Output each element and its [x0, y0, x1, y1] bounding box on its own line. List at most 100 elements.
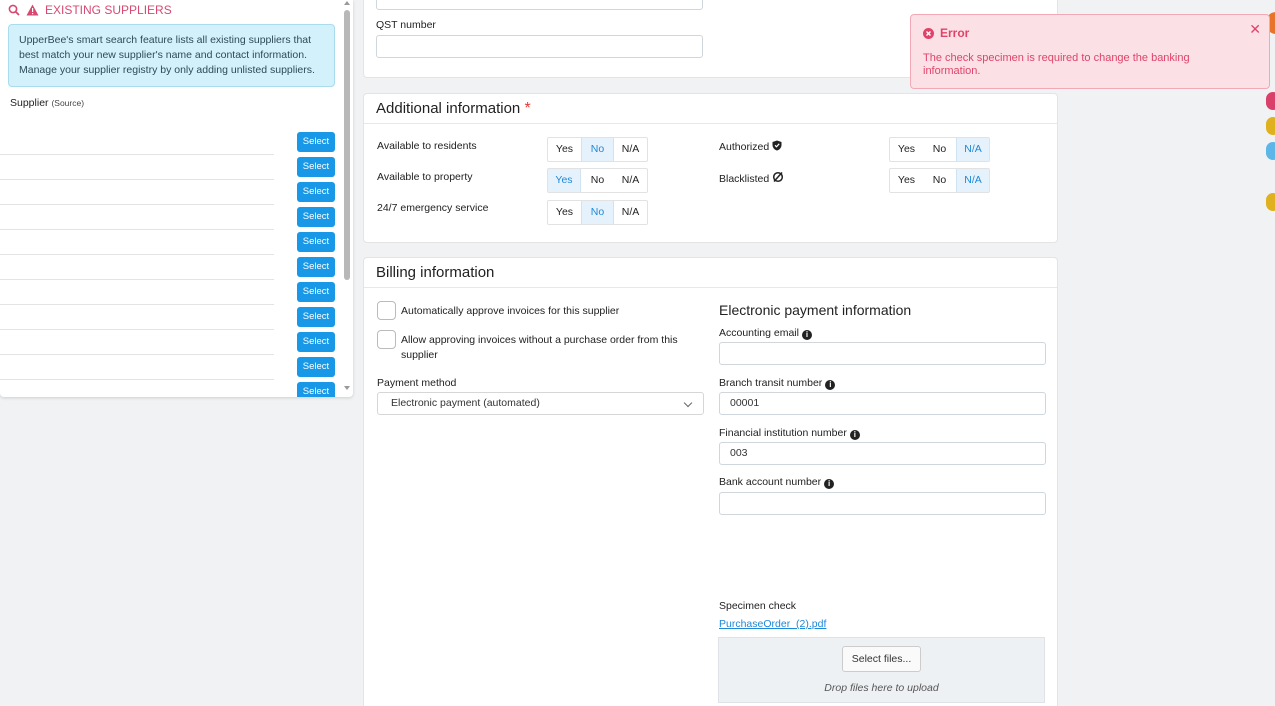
no-option[interactable]: No [581, 169, 614, 192]
available-residents-label: Available to residents [377, 140, 477, 152]
na-option[interactable]: N/A [956, 169, 989, 192]
error-toast-message: The check specimen is required to change… [923, 52, 1190, 77]
list-item: Select [0, 255, 335, 280]
branch-transit-label: Branch transit number i [719, 377, 836, 390]
select-button[interactable]: Select [297, 282, 335, 302]
no-option[interactable]: No [581, 201, 614, 224]
supplier-column-label: Supplier (Source) [10, 97, 85, 109]
na-option[interactable]: N/A [956, 138, 989, 161]
drop-files-hint: Drop files here to upload [824, 682, 939, 694]
blocked-icon [773, 171, 784, 183]
smart-search-info: UpperBee's smart search feature lists al… [8, 24, 335, 87]
blacklisted-toggle: Yes No N/A [889, 168, 990, 193]
list-item: Select [0, 230, 335, 255]
payment-method-select[interactable]: Electronic payment (automated) [377, 392, 704, 415]
select-button[interactable]: Select [297, 132, 335, 152]
additional-information-card: Additional information * Available to re… [363, 93, 1058, 243]
existing-suppliers-header: EXISTING SUPPLIERS [0, 0, 353, 20]
no-option[interactable]: No [923, 169, 956, 192]
select-button[interactable]: Select [297, 232, 335, 252]
file-dropzone[interactable]: Select files... Drop files here to uploa… [718, 637, 1045, 703]
payment-method-label: Payment method [377, 377, 457, 389]
list-item: Select [0, 305, 335, 330]
additional-information-title: Additional information * [364, 94, 1057, 124]
no-option[interactable]: No [923, 138, 956, 161]
previous-tax-input[interactable] [376, 0, 703, 10]
yes-option[interactable]: Yes [548, 201, 581, 224]
yes-option[interactable]: Yes [890, 138, 923, 161]
bank-account-input[interactable] [719, 492, 1046, 515]
search-icon[interactable] [8, 4, 20, 16]
allow-without-po-checkbox[interactable] [377, 330, 396, 349]
select-button[interactable]: Select [297, 207, 335, 227]
na-option[interactable]: N/A [614, 201, 647, 224]
scrollbar[interactable] [342, 0, 352, 397]
scroll-down-arrow-icon[interactable] [344, 386, 350, 390]
blacklisted-label: Blacklisted [719, 171, 784, 185]
qst-number-input[interactable] [376, 35, 703, 58]
info-icon[interactable]: i [849, 430, 860, 440]
scroll-thumb[interactable] [344, 10, 350, 280]
required-asterisk: * [524, 100, 531, 117]
info-icon[interactable]: i [801, 330, 812, 340]
info-icon[interactable]: i [825, 380, 836, 390]
list-item: Select [0, 380, 335, 397]
accounting-email-input[interactable] [719, 342, 1046, 365]
existing-suppliers-panel: EXISTING SUPPLIERS UpperBee's smart sear… [0, 0, 353, 397]
electronic-payment-title: Electronic payment information [719, 302, 912, 318]
scroll-up-arrow-icon[interactable] [344, 1, 350, 5]
list-item: Select [0, 330, 335, 355]
shield-check-icon [772, 140, 782, 151]
na-option[interactable]: N/A [614, 169, 647, 192]
status-dot [1266, 142, 1275, 160]
warning-icon [26, 4, 39, 16]
list-item: Select [0, 280, 335, 305]
yes-option[interactable]: Yes [890, 169, 923, 192]
status-dot [1266, 117, 1275, 135]
branch-transit-input[interactable]: 00001 [719, 392, 1046, 415]
financial-institution-input[interactable]: 003 [719, 442, 1046, 465]
select-button[interactable]: Select [297, 307, 335, 327]
no-option[interactable]: No [581, 138, 614, 161]
close-icon[interactable]: ✕ [1249, 21, 1261, 38]
list-item: Select [0, 155, 335, 180]
bank-account-label: Bank account number i [719, 476, 835, 489]
allow-without-po-label: Allow approving invoices without a purch… [401, 334, 678, 361]
list-item: Select [0, 205, 335, 230]
status-dot [1266, 92, 1275, 110]
list-item: Select [0, 180, 335, 205]
select-button[interactable]: Select [297, 257, 335, 277]
available-property-toggle: Yes No N/A [547, 168, 648, 193]
auto-approve-checkbox[interactable] [377, 301, 396, 320]
supplier-list: Select Select Select Select Select Selec… [0, 130, 340, 397]
select-files-button[interactable]: Select files... [842, 646, 921, 672]
select-button[interactable]: Select [297, 182, 335, 202]
financial-institution-label: Financial institution number i [719, 427, 860, 440]
list-item: Select [0, 130, 335, 155]
select-button[interactable]: Select [297, 332, 335, 352]
emergency-service-label: 24/7 emergency service [377, 202, 489, 214]
accounting-email-label: Accounting email i [719, 327, 812, 340]
authorized-toggle: Yes No N/A [889, 137, 990, 162]
existing-suppliers-title: EXISTING SUPPLIERS [45, 3, 172, 17]
list-item: Select [0, 355, 335, 380]
error-toast: Error ✕ The check specimen is required t… [910, 14, 1270, 89]
yes-option[interactable]: Yes [548, 138, 581, 161]
specimen-file-link[interactable]: PurchaseOrder_(2).pdf [719, 618, 826, 630]
na-option[interactable]: N/A [614, 138, 647, 161]
select-button[interactable]: Select [297, 382, 335, 397]
error-toast-title: Error [923, 26, 969, 40]
emergency-service-toggle: Yes No N/A [547, 200, 648, 225]
chevron-down-icon [683, 398, 693, 408]
auto-approve-label: Automatically approve invoices for this … [401, 305, 620, 317]
available-residents-toggle: Yes No N/A [547, 137, 648, 162]
error-icon [923, 27, 934, 39]
select-button[interactable]: Select [297, 357, 335, 377]
available-property-label: Available to property [377, 171, 473, 183]
info-icon[interactable]: i [824, 479, 835, 489]
select-button[interactable]: Select [297, 157, 335, 177]
authorized-label: Authorized [719, 140, 782, 153]
billing-information-title: Billing information [364, 258, 1057, 288]
yes-option[interactable]: Yes [548, 169, 581, 192]
specimen-check-label: Specimen check [719, 600, 797, 612]
